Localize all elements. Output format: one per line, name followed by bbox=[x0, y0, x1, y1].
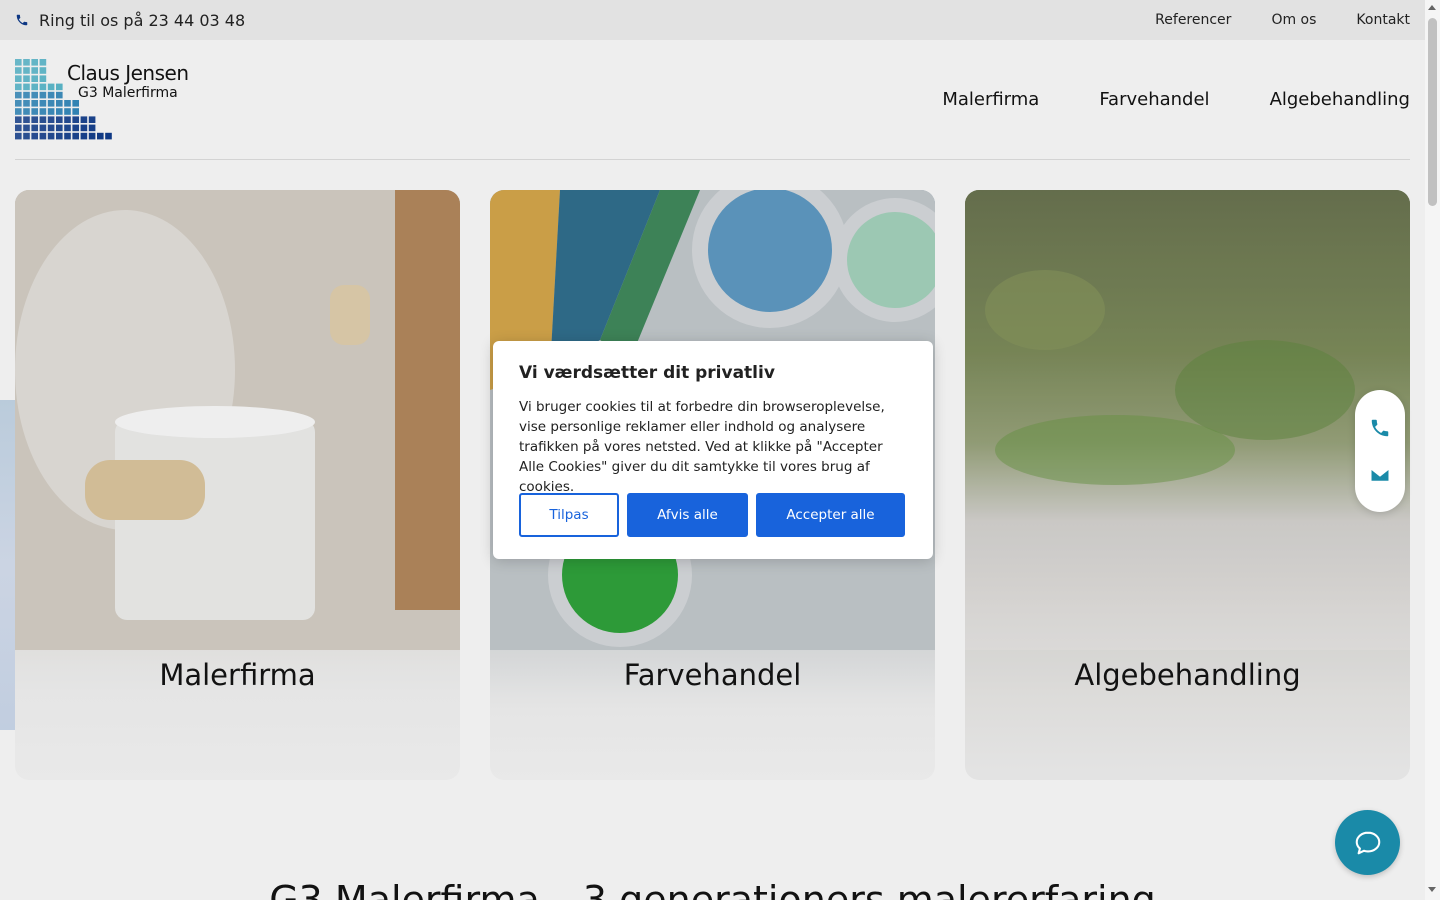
phone-icon[interactable] bbox=[1369, 417, 1391, 439]
cookie-body: Vi bruger cookies til at forbedre din br… bbox=[519, 399, 885, 495]
accept-all-button[interactable]: Accepter alle bbox=[756, 493, 905, 537]
cookie-buttons: Tilpas Afvis alle Accepter alle bbox=[519, 493, 905, 537]
chat-button[interactable] bbox=[1335, 810, 1400, 875]
scrollbar-thumb[interactable] bbox=[1428, 18, 1437, 206]
chat-bubble-icon bbox=[1355, 831, 1380, 854]
page-scrollbar[interactable] bbox=[1425, 0, 1440, 900]
scroll-up-arrow-icon[interactable] bbox=[1428, 5, 1436, 10]
reject-all-button[interactable]: Afvis alle bbox=[627, 493, 748, 537]
cookie-title: Vi værdsætter dit privatliv bbox=[519, 363, 775, 383]
customize-button[interactable]: Tilpas bbox=[519, 493, 619, 537]
side-contact-panel bbox=[1355, 390, 1405, 512]
envelope-icon[interactable] bbox=[1369, 464, 1391, 486]
scroll-down-arrow-icon[interactable] bbox=[1428, 887, 1436, 892]
cookie-consent-dialog: Vi værdsætter dit privatliv Vi bruger co… bbox=[493, 341, 933, 559]
